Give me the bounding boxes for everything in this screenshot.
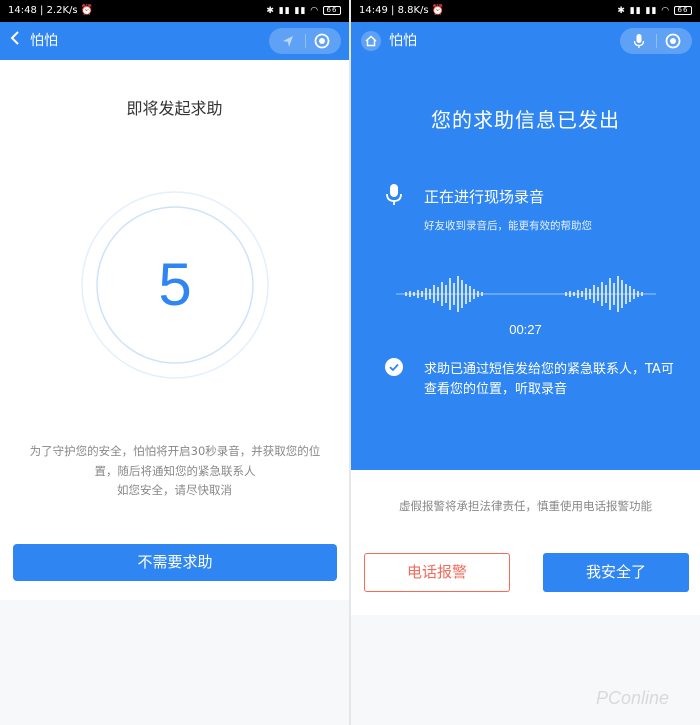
watermark-logo: PConline: [596, 688, 670, 708]
countdown-heading: 即将发起求助: [126, 99, 223, 118]
battery-icon: 66: [323, 6, 341, 15]
chevron-left-icon[interactable]: [10, 30, 20, 51]
recording-notice: 为了守护您的安全，怕怕将开启30秒录音，并获取您的位置，随后将通知您的紧急联系人: [29, 444, 321, 478]
status-time: 14:48 | 2.2K/s ⏰: [8, 5, 94, 16]
help-sent-panel: [351, 22, 700, 470]
record-circle-icon[interactable]: [313, 32, 331, 50]
false-alarm-warning: 虚假报警将承担法律责任，慎重使用电话报警功能: [399, 499, 652, 513]
countdown-screen: 14:48 | 2.2K/s ⏰ ✱ ▮▮ ▮▮ ◠ 66 怕怕 即将发起求助 …: [0, 0, 349, 725]
capsule-divider: [656, 34, 657, 48]
page-title: 怕怕: [389, 33, 417, 49]
page-title: 怕怕: [30, 33, 58, 49]
status-bar: 14:48 | 2.2K/s ⏰ ✱ ▮▮ ▮▮ ◠ 66: [0, 0, 349, 22]
audio-waveform: [396, 276, 656, 312]
help-sent-screen: 14:49 | 8.8K/s ⏰ ✱ ▮▮ ▮▮ ◠ 66 怕怕 您的求助信息已…: [351, 0, 700, 725]
help-sent-heading: 您的求助信息已发出: [431, 108, 620, 132]
microphone-icon[interactable]: [630, 32, 648, 50]
microphone-icon: [384, 183, 404, 207]
status-bar: 14:49 | 8.8K/s ⏰ ✱ ▮▮ ▮▮ ◠ 66: [351, 0, 700, 22]
i-am-safe-button[interactable]: 我安全了: [543, 553, 689, 592]
recording-timer: 00:27: [509, 322, 542, 337]
capsule-menu: [620, 28, 692, 54]
location-arrow-icon[interactable]: [279, 32, 297, 50]
title-bar: 怕怕: [351, 22, 700, 60]
countdown-number: 5: [158, 251, 192, 318]
cancel-help-button[interactable]: 不需要求助: [13, 544, 337, 581]
call-police-button[interactable]: 电话报警: [364, 553, 510, 592]
sms-sent-message: 求助已通过短信发给您的紧急联系人，TA可查看您的位置，听取录音: [424, 362, 674, 397]
capsule-divider: [305, 34, 306, 48]
countdown-ring: 5: [80, 190, 270, 380]
status-icons: ✱ ▮▮ ▮▮ ◠ 66: [266, 0, 341, 22]
bottom-area: [0, 600, 349, 725]
recording-subtitle: 好友收到录音后，能更有效的帮助您: [424, 220, 592, 232]
status-icons: ✱ ▮▮ ▮▮ ◠ 66: [617, 0, 692, 22]
capsule-menu: [269, 28, 341, 54]
cancel-hint: 如您安全，请尽快取消: [117, 483, 232, 497]
check-circle-icon: [385, 358, 403, 376]
recording-title: 正在进行现场录音: [424, 188, 545, 206]
status-time: 14:49 | 8.8K/s ⏰: [359, 5, 445, 16]
record-circle-icon[interactable]: [664, 32, 682, 50]
home-icon[interactable]: [361, 31, 381, 51]
title-bar: 怕怕: [0, 22, 349, 60]
battery-icon: 66: [674, 6, 692, 15]
